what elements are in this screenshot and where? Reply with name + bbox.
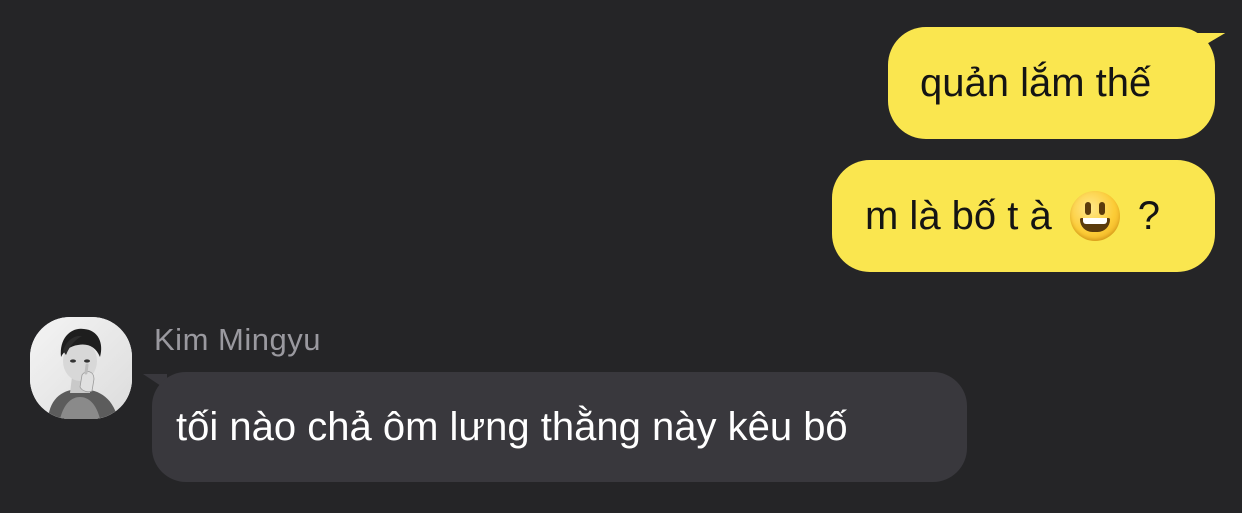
avatar[interactable]: [30, 317, 132, 419]
grinning-face-big-eyes-icon: [1069, 191, 1120, 241]
message-text: ?: [1137, 194, 1161, 238]
message-text: quản lắm thế: [920, 61, 1152, 105]
sent-message-bubble[interactable]: m là bố t à ?: [832, 160, 1215, 272]
message-text: tối nào chả ôm lưng thằng này kêu bố: [176, 405, 848, 449]
sender-name: Kim Mingyu: [154, 322, 321, 357]
profile-photo: [30, 317, 132, 419]
message-text: m là bố t à: [865, 194, 1052, 238]
received-message-bubble[interactable]: tối nào chả ôm lưng thằng này kêu bố: [152, 372, 967, 482]
sent-message-bubble[interactable]: quản lắm thế: [888, 27, 1215, 139]
